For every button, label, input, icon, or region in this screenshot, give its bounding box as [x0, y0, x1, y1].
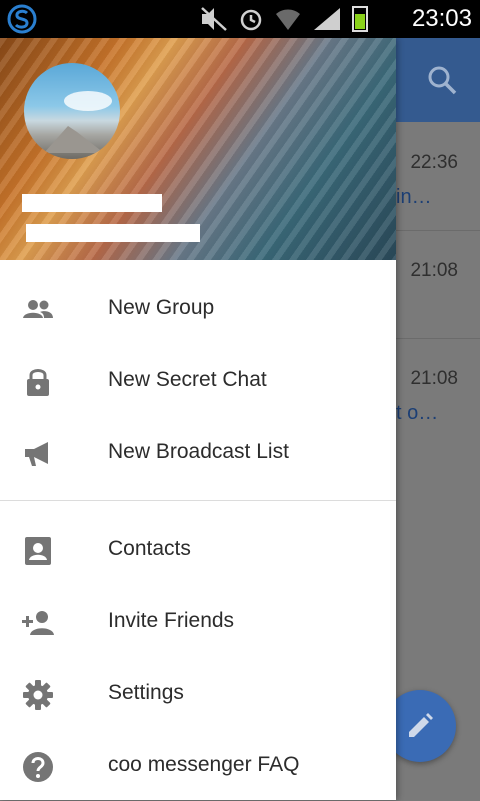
menu-item-label: Contacts	[108, 537, 191, 560]
list-item[interactable]: 22:36 in…	[396, 122, 480, 231]
battery-icon	[352, 6, 368, 32]
menu-item-label: New Group	[108, 296, 215, 319]
chat-time: 21:08	[410, 260, 458, 281]
contact-icon	[25, 537, 51, 565]
menu-item-new-secret-chat[interactable]: New Secret Chat	[0, 344, 396, 416]
gear-icon	[23, 680, 53, 710]
menu-item-faq[interactable]: coo messenger FAQ	[0, 729, 396, 801]
menu-item-label: Invite Friends	[108, 609, 235, 632]
chat-time: 21:08	[410, 368, 458, 389]
menu-item-label: coo messenger FAQ	[108, 753, 300, 776]
status-time: 23:03	[411, 5, 472, 32]
list-item[interactable]: 21:08	[396, 230, 480, 339]
chat-snippet: in…	[396, 186, 432, 208]
user-phone-redacted	[26, 224, 200, 242]
chat-time: 22:36	[410, 152, 458, 173]
status-bar: 23:03	[0, 0, 480, 38]
lock-icon	[27, 369, 49, 396]
menu-item-new-group[interactable]: New Group	[0, 272, 396, 344]
wifi-icon	[276, 9, 300, 30]
drawer-menu: New Group New Secret Chat New Broadcast …	[0, 272, 396, 801]
add-person-icon	[22, 611, 54, 635]
menu-divider	[0, 500, 396, 501]
drawer-header	[0, 38, 396, 260]
navigation-drawer: New Group New Secret Chat New Broadcast …	[0, 38, 396, 800]
menu-item-settings[interactable]: Settings	[0, 657, 396, 729]
alarm-icon	[240, 9, 262, 31]
search-icon[interactable]	[426, 64, 458, 96]
help-icon	[23, 752, 53, 782]
group-icon	[23, 300, 53, 318]
chat-snippet: t o…	[396, 402, 439, 424]
avatar[interactable]	[24, 63, 120, 159]
menu-item-invite-friends[interactable]: Invite Friends	[0, 585, 396, 657]
mute-icon	[201, 7, 227, 31]
user-name-redacted	[22, 194, 162, 212]
megaphone-icon	[25, 442, 48, 466]
menu-item-label: Settings	[108, 681, 184, 704]
menu-item-new-broadcast-list[interactable]: New Broadcast List	[0, 416, 396, 488]
list-item[interactable]: 21:08 t o…	[396, 338, 480, 446]
app-logo-icon	[7, 4, 37, 34]
pencil-icon	[409, 713, 433, 737]
menu-item-label: New Broadcast List	[108, 440, 289, 463]
menu-item-contacts[interactable]: Contacts	[0, 513, 396, 585]
menu-item-label: New Secret Chat	[108, 368, 267, 391]
signal-icon	[314, 8, 340, 30]
